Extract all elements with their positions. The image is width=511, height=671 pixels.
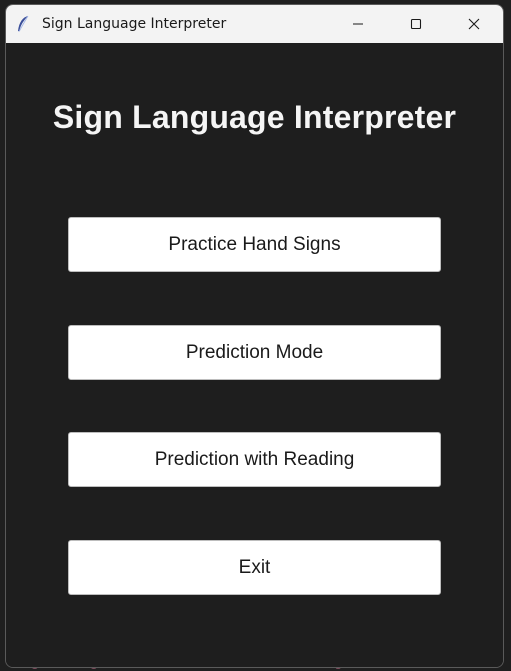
close-icon: [468, 18, 480, 30]
prediction-with-reading-button[interactable]: Prediction with Reading: [68, 432, 441, 487]
prediction-mode-button[interactable]: Prediction Mode: [68, 325, 441, 380]
minimize-button[interactable]: [329, 5, 387, 43]
close-button[interactable]: [445, 5, 503, 43]
window-title: Sign Language Interpreter: [42, 16, 227, 32]
feather-icon: [6, 5, 40, 43]
app-window: Sign Language Interpreter Sign Language …: [5, 4, 504, 668]
maximize-icon: [410, 18, 422, 30]
minimize-icon: [353, 23, 363, 25]
maximize-button[interactable]: [387, 5, 445, 43]
page-title: Sign Language Interpreter: [52, 99, 457, 135]
title-bar[interactable]: Sign Language Interpreter: [6, 5, 503, 43]
exit-button[interactable]: Exit: [68, 540, 441, 595]
main-content: Sign Language Interpreter Practice Hand …: [6, 43, 503, 667]
practice-hand-signs-button[interactable]: Practice Hand Signs: [68, 217, 441, 272]
